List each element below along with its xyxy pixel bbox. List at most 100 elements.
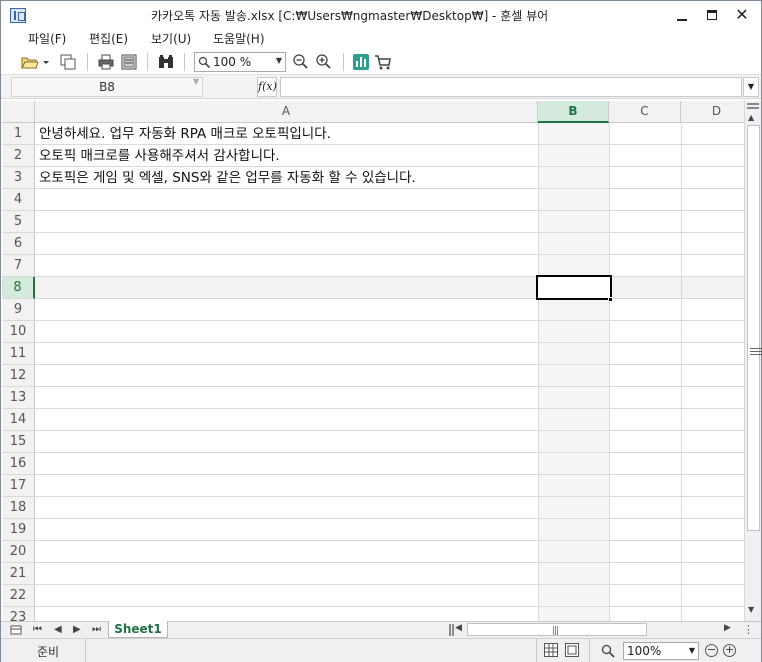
name-box[interactable]: B8 <box>11 77 203 97</box>
zoom-out-icon[interactable] <box>292 53 310 71</box>
minimize-button[interactable] <box>669 5 695 25</box>
scroll-down-icon[interactable]: ▼ <box>748 605 754 614</box>
row-header-9[interactable]: 9 <box>2 299 35 321</box>
title-bar: 카카오톡 자동 발송.xlsx [C:₩Users₩ngmaster₩Deskt… <box>1 1 761 29</box>
row-header-3[interactable]: 3 <box>2 167 35 189</box>
row-header-17[interactable]: 17 <box>2 475 35 497</box>
row-header-8[interactable]: 8 <box>2 277 35 299</box>
status-separator <box>536 639 537 662</box>
grid-row-line <box>35 518 744 519</box>
vertical-scrollbar[interactable]: ▲ ▼ <box>744 101 762 621</box>
row-header-21[interactable]: 21 <box>2 563 35 585</box>
horizontal-scroll-thumb[interactable]: ||| <box>467 623 647 636</box>
spreadsheet-grid[interactable]: A B C D 1 2 3 4 5 6 7 8 9 10 11 12 13 14 15 16 17 18 19 20 2… <box>2 101 744 621</box>
print-icon[interactable] <box>97 53 115 71</box>
formula-input[interactable] <box>280 77 742 97</box>
row-header-19[interactable]: 19 <box>2 519 35 541</box>
chevron-down-icon: ▼ <box>193 77 200 86</box>
row-header-18[interactable]: 18 <box>2 497 35 519</box>
zoom-in-button[interactable]: + <box>723 644 736 657</box>
grid-row-line <box>35 276 744 277</box>
grid-col-line <box>538 123 539 621</box>
row-header-13[interactable]: 13 <box>2 387 35 409</box>
row-header-10[interactable]: 10 <box>2 321 35 343</box>
close-button[interactable]: ✕ <box>729 5 755 25</box>
row-header-5[interactable]: 5 <box>2 211 35 233</box>
row-header-23[interactable]: 23 <box>2 607 35 621</box>
row-header-14[interactable]: 14 <box>2 409 35 431</box>
scroll-left-icon[interactable]: ◀ <box>455 623 462 633</box>
status-bar: 준비 100% ▼ − + <box>1 638 761 662</box>
split-handle-icon[interactable] <box>747 103 759 109</box>
cell-a3[interactable]: 오토픽은 게임 및 엑셀, SNS와 같은 업무를 자동화 할 수 있습니다. <box>39 167 416 189</box>
viewer-window: 카카오톡 자동 발송.xlsx [C:₩Users₩ngmaster₩Deskt… <box>0 0 762 662</box>
column-header-a[interactable]: A <box>35 101 538 123</box>
row-header-7[interactable]: 7 <box>2 255 35 277</box>
cell-a2[interactable]: 오토픽 매크로를 사용해주셔서 감사합니다. <box>39 145 280 167</box>
row-header-16[interactable]: 16 <box>2 453 35 475</box>
function-button[interactable]: f(x) <box>257 77 277 97</box>
column-header-c[interactable]: C <box>609 101 681 123</box>
status-separator <box>85 639 86 662</box>
row-header-11[interactable]: 11 <box>2 343 35 365</box>
last-sheet-icon[interactable]: ⏭ <box>92 624 101 635</box>
status-zoom-select[interactable]: 100% ▼ <box>623 642 699 660</box>
dropdown-arrow-icon[interactable] <box>41 53 51 71</box>
normal-view-icon[interactable] <box>544 643 558 657</box>
grid-row-line <box>35 210 744 211</box>
page-view-icon[interactable] <box>565 643 579 657</box>
split-handle-icon[interactable] <box>449 624 454 636</box>
open-folder-icon[interactable] <box>21 53 39 71</box>
grid-row-line <box>35 298 744 299</box>
grid-row-line <box>35 452 744 453</box>
row-header-12[interactable]: 12 <box>2 365 35 387</box>
chart-icon[interactable] <box>352 53 370 71</box>
maximize-button[interactable] <box>699 5 725 25</box>
cart-icon[interactable] <box>374 53 392 71</box>
formula-expand-button[interactable]: ▼ <box>743 77 759 97</box>
toolbar: 100 % ▼ <box>1 49 761 75</box>
row-highlight <box>35 277 744 299</box>
fill-handle[interactable] <box>608 297 613 302</box>
selected-cell-b8[interactable] <box>536 275 612 300</box>
grid-row-line <box>35 342 744 343</box>
scroll-up-icon[interactable]: ▲ <box>748 113 754 122</box>
row-header-22[interactable]: 22 <box>2 585 35 607</box>
row-header-20[interactable]: 20 <box>2 541 35 563</box>
print-preview-icon[interactable] <box>120 53 138 71</box>
zoom-in-icon[interactable] <box>315 53 333 71</box>
horizontal-scrollbar[interactable]: ◀ ||| ▶ <box>449 623 739 637</box>
scroll-right-icon[interactable]: ▶ <box>724 623 731 633</box>
grid-row-line <box>35 320 744 321</box>
grid-row-line <box>35 386 744 387</box>
first-sheet-icon[interactable]: ⏮ <box>33 624 42 635</box>
select-all-corner[interactable] <box>2 101 35 123</box>
vertical-scroll-thumb[interactable] <box>747 125 762 531</box>
row-header-2[interactable]: 2 <box>2 145 35 167</box>
row-header-1[interactable]: 1 <box>2 123 35 145</box>
menu-view[interactable]: 보기(U) <box>151 30 191 47</box>
scroll-right-end-icon[interactable]: ⋮ <box>743 623 754 636</box>
menu-bar: 파일(F) 편집(E) 보기(U) 도움말(H) <box>1 29 761 49</box>
row-header-6[interactable]: 6 <box>2 233 35 255</box>
menu-file[interactable]: 파일(F) <box>28 30 66 47</box>
sheet-list-icon[interactable] <box>10 624 22 636</box>
next-sheet-icon[interactable]: ▶ <box>73 624 81 635</box>
menu-edit[interactable]: 편집(E) <box>89 30 128 47</box>
row-header-4[interactable]: 4 <box>2 189 35 211</box>
grid-col-line <box>681 123 682 621</box>
menu-help[interactable]: 도움말(H) <box>213 30 265 47</box>
zoom-select[interactable]: 100 % ▼ <box>194 52 286 72</box>
grid-row-line <box>35 430 744 431</box>
copy-icon[interactable] <box>59 53 77 71</box>
grid-row-line <box>35 232 744 233</box>
row-header-15[interactable]: 15 <box>2 431 35 453</box>
column-header-b[interactable]: B <box>538 101 609 123</box>
zoom-out-button[interactable]: − <box>705 644 718 657</box>
prev-sheet-icon[interactable]: ◀ <box>54 624 62 635</box>
grid-row-line <box>35 540 744 541</box>
tab-sheet1[interactable]: Sheet1 <box>108 621 168 638</box>
find-icon[interactable] <box>157 53 175 71</box>
column-header-d[interactable]: D <box>681 101 744 123</box>
cell-a1[interactable]: 안녕하세요. 업무 자동화 RPA 매크로 오토픽입니다. <box>39 123 331 145</box>
